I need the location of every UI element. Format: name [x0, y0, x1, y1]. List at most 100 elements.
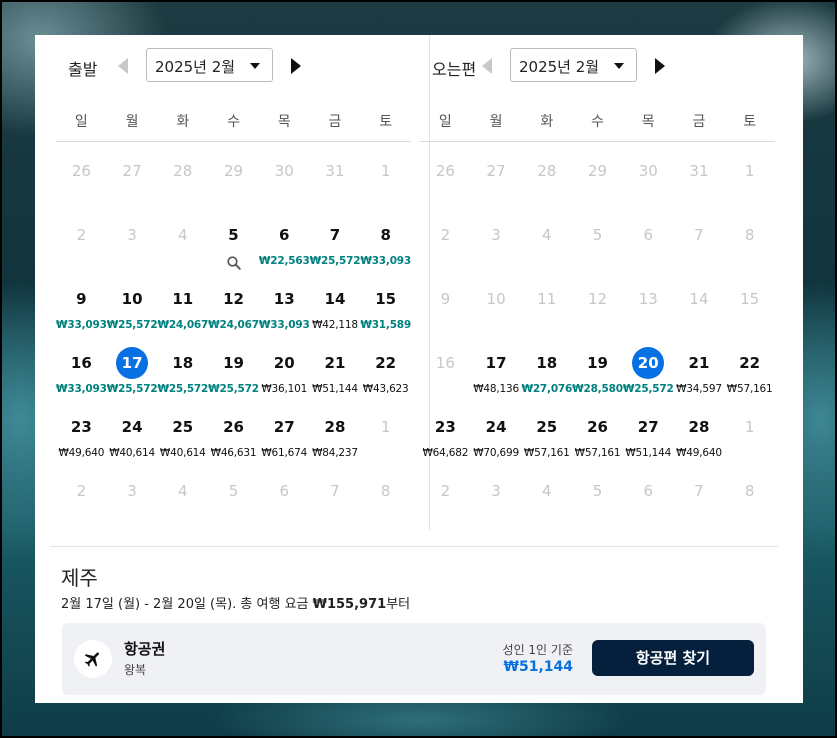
calendar-day[interactable]: 28 ₩49,640	[674, 411, 725, 475]
day-number: 1	[380, 162, 391, 180]
calendar-day: 27	[471, 155, 522, 219]
calendar-day: 5	[572, 219, 623, 283]
prev-month-icon[interactable]	[118, 58, 128, 74]
calendar-day-selected[interactable]: 20 ₩25,572	[623, 347, 674, 411]
calendar-day: 1	[360, 155, 411, 219]
caret-down-icon	[614, 63, 624, 69]
calendar-day[interactable]: 22 ₩57,161	[724, 347, 775, 411]
day-number: 18	[172, 354, 194, 372]
day-number: 3	[491, 226, 501, 244]
calendar-day[interactable]: 26 ₩46,631	[208, 411, 259, 475]
calendar-day: 3	[471, 475, 522, 539]
calendar-day[interactable]: 25 ₩57,161	[521, 411, 572, 475]
day-number: 9	[76, 290, 87, 308]
calendar-day[interactable]: 22 ₩43,623	[360, 347, 411, 411]
calendar-day: 1	[360, 411, 411, 475]
day-number: 27	[486, 162, 506, 180]
calendar-day[interactable]: 21 ₩34,597	[674, 347, 725, 411]
calendar-day[interactable]: 6 ₩22,563	[259, 219, 310, 283]
day-number: 10	[486, 290, 506, 308]
calendar-day: 3	[107, 475, 158, 539]
day-number: 31	[689, 162, 709, 180]
calendar-day[interactable]: 19 ₩28,580	[572, 347, 623, 411]
calendar-day[interactable]: 7 ₩25,572	[310, 219, 361, 283]
day-number: 8	[380, 226, 391, 244]
search-icon[interactable]	[226, 255, 241, 270]
outbound-month-select[interactable]: 2025년 2월	[146, 48, 273, 82]
calendar-day[interactable]: 27 ₩61,674	[259, 411, 310, 475]
day-number: 21	[324, 354, 346, 372]
calendar-day: 3	[107, 219, 158, 283]
day-number: 5	[228, 482, 239, 500]
calendar-day[interactable]: 19 ₩25,572	[208, 347, 259, 411]
calendar-day[interactable]: 23 ₩49,640	[56, 411, 107, 475]
next-month-icon[interactable]	[291, 58, 301, 74]
trip-summary: 2월 17일 (월) - 2월 20일 (목). 총 여행 요금 ₩155,97…	[61, 593, 410, 612]
day-number: 1	[744, 418, 755, 436]
calendar-day: 1	[724, 411, 775, 475]
flight-price: ₩51,144	[503, 659, 573, 675]
calendar-day[interactable]: 5	[208, 219, 259, 283]
calendar-day[interactable]: 18 ₩27,076	[521, 347, 572, 411]
outbound-month-value: 2025년 2월	[155, 58, 236, 76]
airplane-icon	[74, 640, 112, 678]
day-price: ₩49,640	[676, 447, 722, 459]
day-number: 30	[638, 162, 658, 180]
calendar-day[interactable]: 11 ₩24,067	[157, 283, 208, 347]
calendar-day[interactable]: 25 ₩40,614	[157, 411, 208, 475]
calendar-day[interactable]: 21 ₩51,144	[310, 347, 361, 411]
calendar-day[interactable]: 12 ₩24,067	[208, 283, 259, 347]
weekday-label: 토	[379, 114, 393, 130]
calendar-day: 6	[623, 475, 674, 539]
day-number: 5	[592, 482, 603, 500]
calendars: 출발 2025년 2월 일 월 화 수 목 금 토 26 27 28 29 30 31 1 2…	[50, 35, 795, 545]
day-number: 8	[744, 226, 755, 244]
day-number: 2	[76, 482, 87, 500]
day-number: 28	[324, 418, 346, 436]
day-number: 1	[380, 418, 391, 436]
day-number: 15	[375, 290, 397, 308]
calendar-day[interactable]: 15 ₩31,589	[360, 283, 411, 347]
calendar-day[interactable]: 24 ₩40,614	[107, 411, 158, 475]
day-number: 13	[273, 290, 295, 308]
calendar-day[interactable]: 9 ₩33,093	[56, 283, 107, 347]
day-number: 1	[744, 162, 755, 180]
calendar-day[interactable]: 13 ₩33,093	[259, 283, 310, 347]
calendar-day: 2	[56, 475, 107, 539]
calendar-day: 7	[674, 475, 725, 539]
day-number: 2	[440, 226, 451, 244]
inbound-month-select[interactable]: 2025년 2월	[510, 48, 637, 82]
day-number: 6	[279, 482, 289, 500]
day-number: 29	[223, 162, 244, 180]
find-flights-button[interactable]: 항공편 찾기	[592, 640, 754, 676]
day-price: ₩84,237	[312, 447, 358, 459]
inbound-label: 오는편	[432, 60, 477, 79]
calendar-day[interactable]: 27 ₩51,144	[623, 411, 674, 475]
day-price: ₩33,093	[360, 255, 412, 267]
calendar-day[interactable]: 10 ₩25,572	[107, 283, 158, 347]
calendar-day[interactable]: 14 ₩42,118	[310, 283, 361, 347]
calendar-day[interactable]: 26 ₩57,161	[572, 411, 623, 475]
calendar-week-row: 23 ₩49,640 24 ₩40,614 25 ₩40,614 26 ₩46,631 27 ₩6…	[56, 411, 411, 475]
day-number: 2	[440, 482, 451, 500]
calendar-week-row: 9 10 11 12 13 14 15	[420, 283, 775, 347]
calendar-day[interactable]: 20 ₩36,101	[259, 347, 310, 411]
calendar-day-selected[interactable]: 17 ₩25,572	[107, 347, 158, 411]
day-number: 12	[223, 290, 244, 308]
calendar-day[interactable]: 16 ₩33,093	[56, 347, 107, 411]
day-number: 25	[536, 418, 558, 436]
day-number: 22	[375, 354, 397, 372]
calendar-day[interactable]: 18 ₩25,572	[157, 347, 208, 411]
calendar-day[interactable]: 8 ₩33,093	[360, 219, 411, 283]
day-number: 4	[542, 482, 552, 500]
calendar-day[interactable]: 28 ₩84,237	[310, 411, 361, 475]
calendar-day[interactable]: 23 ₩64,682	[420, 411, 471, 475]
calendar-day[interactable]: 24 ₩70,699	[471, 411, 522, 475]
day-number: 16	[70, 354, 92, 372]
prev-month-icon[interactable]	[482, 58, 492, 74]
calendar-day: 2	[420, 219, 471, 283]
calendar-day[interactable]: 17 ₩48,136	[471, 347, 522, 411]
weekday-label: 토	[743, 114, 757, 130]
weekday-label: 화	[540, 114, 554, 130]
next-month-icon[interactable]	[655, 58, 665, 74]
